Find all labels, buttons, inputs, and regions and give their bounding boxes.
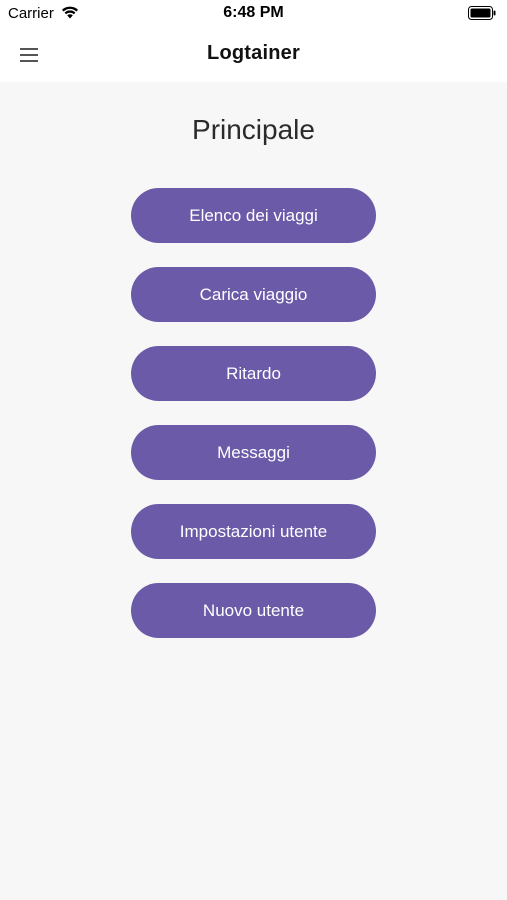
app-title: Logtainer [207, 42, 300, 64]
page-title: Principale [192, 114, 315, 145]
main-content: Principale Elenco dei viaggi Carica viag… [0, 82, 507, 900]
upload-trip-button[interactable]: Carica viaggio [131, 267, 376, 322]
status-time: 6:48 PM [223, 4, 284, 21]
user-settings-button[interactable]: Impostazioni utente [131, 504, 376, 559]
trip-list-button[interactable]: Elenco dei viaggi [131, 188, 376, 243]
main-menu-list: Elenco dei viaggi Carica viaggio Ritardo… [131, 188, 376, 638]
delay-button[interactable]: Ritardo [131, 346, 376, 401]
status-bar: Carrier 6:48 PM [0, 0, 507, 28]
battery-icon [468, 6, 496, 20]
messages-button[interactable]: Messaggi [131, 425, 376, 480]
navigation-bar: Logtainer [0, 28, 507, 82]
new-user-button[interactable]: Nuovo utente [131, 583, 376, 638]
